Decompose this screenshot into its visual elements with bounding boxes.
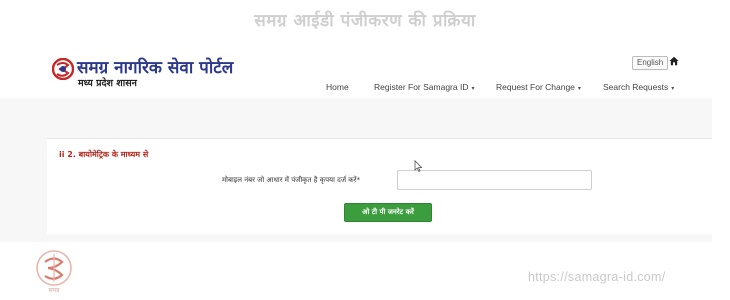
banner-title: समग्र आईडी पंजीकरण की प्रक्रिया <box>254 11 476 31</box>
chevron-down-icon: ▾ <box>577 86 581 92</box>
website-url[interactable]: https://samagra-id.com/ <box>528 270 666 284</box>
english-language-button[interactable]: English <box>632 56 669 70</box>
samagra-logo-icon <box>52 58 74 80</box>
mobile-number-label: मोबाइल नंबर जो आधार में पंजीकृत है कृपया… <box>222 176 361 184</box>
mouse-cursor-icon <box>414 160 423 172</box>
nav-register-samagra-id[interactable]: Register For Samagra ID ▾ <box>374 80 475 96</box>
biometric-registration-card: ii 2. बायोमेट्रिक के माध्यम से मोबाइल नं… <box>47 138 712 234</box>
generate-otp-button[interactable]: ओ टी पी जनरेट करें <box>344 203 432 222</box>
portal-title[interactable]: समग्र नागरिक सेवा पोर्टल <box>77 55 233 78</box>
mobile-number-input[interactable] <box>397 170 592 190</box>
portal-header: समग्र नागरिक सेवा पोर्टल मध्य प्रदेश शास… <box>0 46 712 98</box>
screenshot-area: समग्र नागरिक सेवा पोर्टल मध्य प्रदेश शास… <box>0 46 712 242</box>
nav-home-label: Home <box>326 82 349 92</box>
home-icon[interactable] <box>669 56 679 66</box>
chevron-down-icon: ▾ <box>671 86 675 92</box>
nav-change-label: Request For Change <box>496 82 575 92</box>
nav-search-label: Search Requests <box>603 82 669 92</box>
nav-search-requests[interactable]: Search Requests ▾ <box>603 80 674 96</box>
emblem-caption: समग्र <box>48 287 60 294</box>
samagra-emblem-icon: समग्र <box>36 250 72 294</box>
nav-home[interactable]: Home <box>326 80 349 94</box>
section-heading: ii 2. बायोमेट्रिक के माध्यम से <box>59 150 149 159</box>
nav-register-label: Register For Samagra ID <box>374 82 469 92</box>
chevron-down-icon: ▾ <box>471 86 475 92</box>
main-navigation: Home Register For Samagra ID ▾ Request Fo… <box>0 80 712 98</box>
nav-request-for-change[interactable]: Request For Change ▾ <box>496 80 581 96</box>
